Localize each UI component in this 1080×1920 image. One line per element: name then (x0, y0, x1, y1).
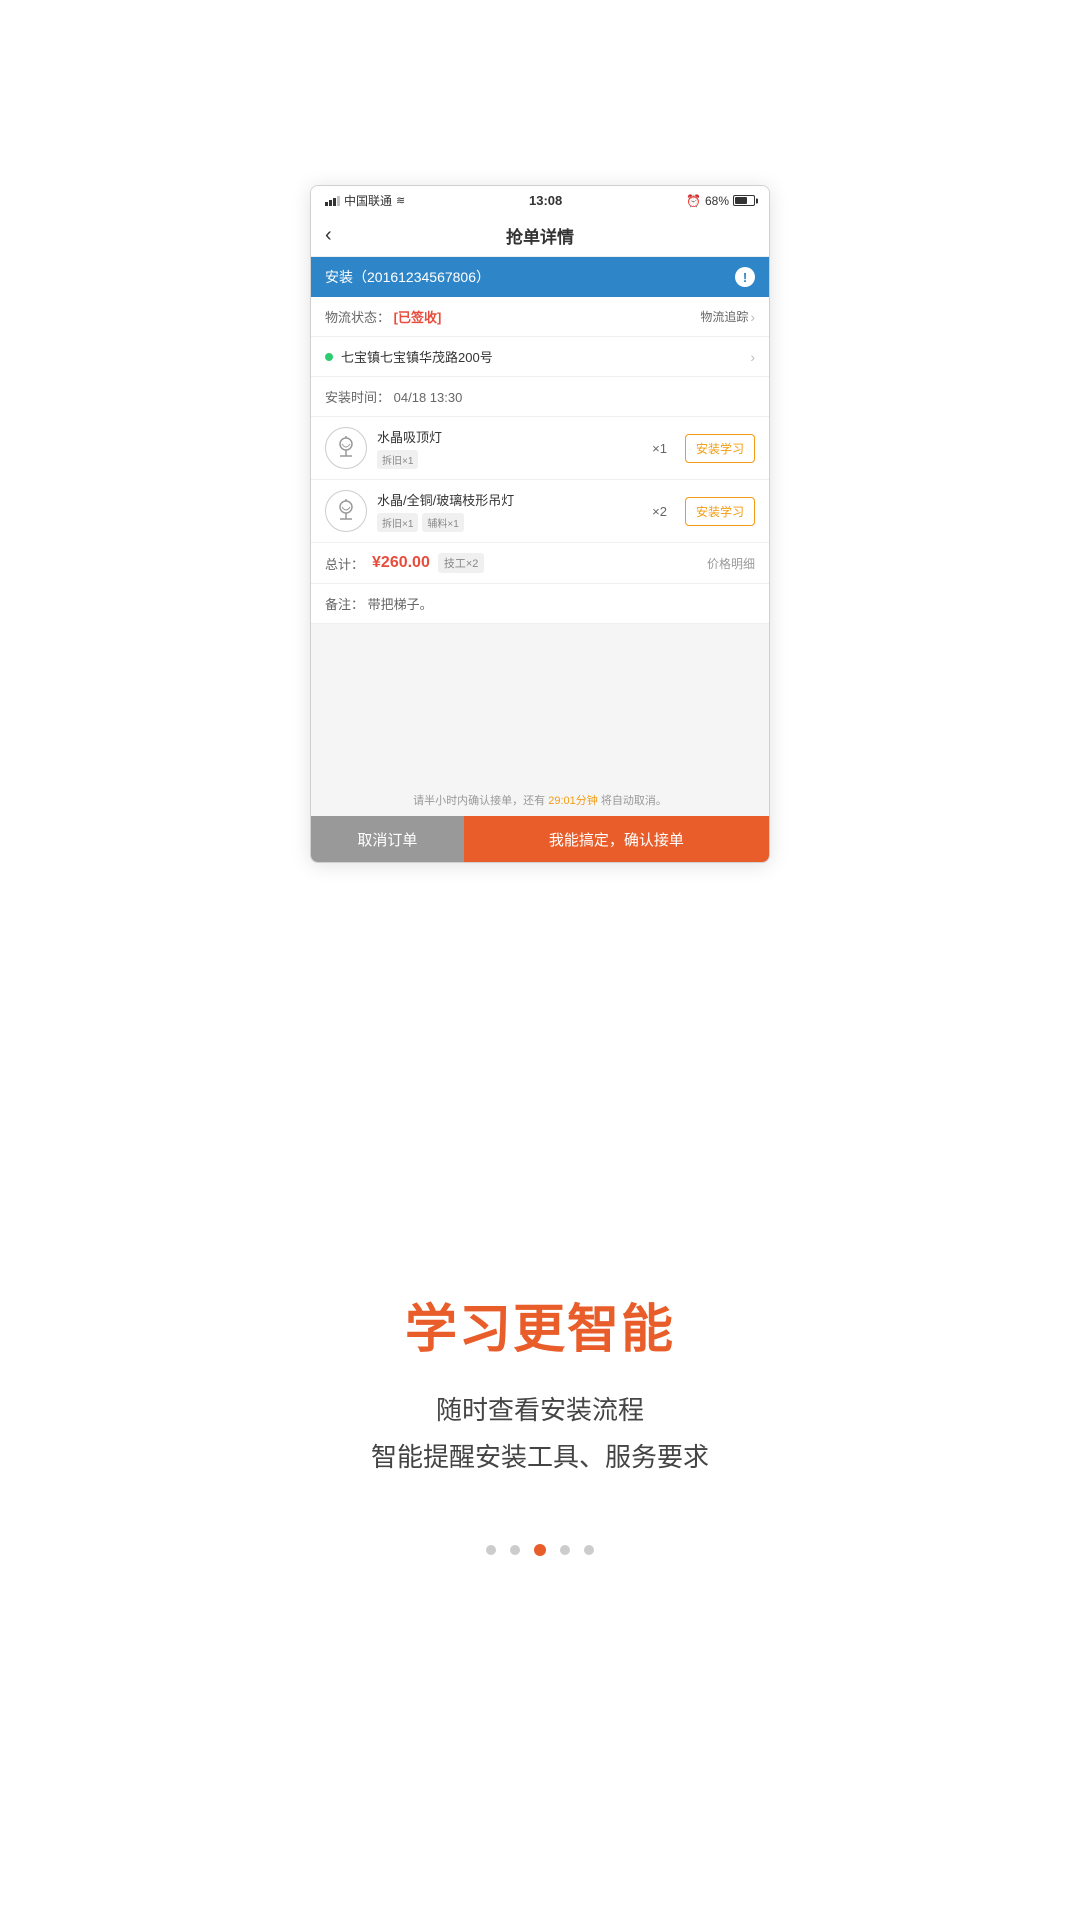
chevron-right-icon: › (750, 309, 755, 325)
order-id-label: 安装（20161234567806） (325, 267, 490, 287)
bottom-notice: 请半小时内确认接单，还有 29:01分钟 将自动取消。 (311, 784, 769, 816)
product-qty-2: ×2 (652, 504, 667, 519)
nav-bar: ‹ 抢单详情 (311, 215, 769, 257)
logistics-track-button[interactable]: 物流追踪 › (700, 308, 755, 325)
total-row: 总计： ¥260.00 技工×2 价格明细 (311, 543, 769, 584)
bottom-buttons: 取消订单 我能搞定，确认接单 (311, 816, 769, 862)
dot-3-active[interactable] (534, 1544, 546, 1556)
logistics-status: [已签收] (394, 310, 442, 325)
install-time-value: 04/18 13:30 (394, 390, 463, 405)
content-area: 物流状态： [已签收] 物流追踪 › 七宝镇七宝镇华茂路200号 › 安装时间：… (311, 297, 769, 784)
dot-2[interactable] (510, 1545, 520, 1555)
order-header-bar: 安装（20161234567806） ! (311, 257, 769, 297)
total-label: 总计： (325, 554, 364, 573)
product-info-1: 水晶吸顶灯 拆旧×1 (377, 427, 642, 469)
gray-area (311, 624, 769, 784)
product-name-2: 水晶/全铜/玻璃枝形吊灯 (377, 490, 642, 509)
address-row[interactable]: 七宝镇七宝镇华茂路200号 › (311, 337, 769, 377)
notice-suffix: 将自动取消。 (601, 795, 667, 807)
sub-text-1: 随时查看安装流程 (436, 1390, 644, 1427)
product-info-2: 水晶/全铜/玻璃枝形吊灯 拆旧×1 辅料×1 (377, 490, 642, 532)
warning-icon: ! (735, 267, 755, 287)
price-detail-button[interactable]: 价格明细 (707, 555, 755, 572)
notice-prefix: 请半小时内确认接单，还有 (413, 795, 545, 807)
carrier-label: 中国联通 (344, 192, 392, 209)
confirm-button[interactable]: 我能搞定，确认接单 (464, 816, 769, 862)
address-dot-icon (325, 353, 333, 361)
bottom-section: 学习更智能 随时查看安装流程 智能提醒安装工具、服务要求 (331, 863, 749, 1920)
page-title: 抢单详情 (506, 223, 574, 248)
product-row-1: 水晶吸顶灯 拆旧×1 ×1 安装学习 (311, 417, 769, 480)
wifi-icon: ≋ (396, 194, 405, 207)
total-price: ¥260.00 (372, 554, 430, 572)
product-tag-1-1: 拆旧×1 (377, 450, 418, 469)
dot-4[interactable] (560, 1545, 570, 1555)
pagination-dots (486, 1544, 594, 1556)
phone-frame: 中国联通 ≋ 13:08 ⏰ 68% ‹ 抢单详情 安装（20161234567… (310, 185, 770, 863)
status-left: 中国联通 ≋ (325, 192, 405, 209)
status-bar: 中国联通 ≋ 13:08 ⏰ 68% (311, 186, 769, 215)
notes-label: 备注： (325, 597, 364, 612)
status-time: 13:08 (529, 193, 562, 208)
install-learn-button-2[interactable]: 安装学习 (685, 497, 755, 526)
time-row: 安装时间： 04/18 13:30 (311, 377, 769, 417)
logistics-label-group: 物流状态： [已签收] (325, 307, 441, 326)
product-name-1: 水晶吸顶灯 (377, 427, 642, 446)
back-button[interactable]: ‹ (325, 224, 332, 247)
product-qty-1: ×1 (652, 441, 667, 456)
alarm-icon: ⏰ (686, 194, 701, 208)
address-text: 七宝镇七宝镇华茂路200号 (341, 347, 748, 366)
signal-bars-icon (325, 196, 340, 206)
logistics-row: 物流状态： [已签收] 物流追踪 › (311, 297, 769, 337)
notes-value: 带把梯子。 (368, 597, 433, 612)
battery-icon (733, 195, 755, 206)
product-tags-2: 拆旧×1 辅料×1 (377, 513, 642, 532)
status-right: ⏰ 68% (686, 194, 755, 208)
notice-time: 29:01分钟 (548, 795, 598, 807)
cancel-button[interactable]: 取消订单 (311, 816, 464, 862)
address-chevron-icon: › (750, 349, 755, 365)
install-learn-button-1[interactable]: 安装学习 (685, 434, 755, 463)
dot-5[interactable] (584, 1545, 594, 1555)
notes-row: 备注： 带把梯子。 (311, 584, 769, 624)
product-icon-2 (325, 490, 367, 532)
product-tag-2-1: 拆旧×1 (377, 513, 418, 532)
product-tag-2-2: 辅料×1 (422, 513, 463, 532)
product-tags-1: 拆旧×1 (377, 450, 642, 469)
battery-percent: 68% (705, 194, 729, 208)
logistics-label: 物流状态： (325, 310, 390, 325)
dot-1[interactable] (486, 1545, 496, 1555)
sub-text-2: 智能提醒安装工具、服务要求 (371, 1437, 709, 1474)
product-icon-1 (325, 427, 367, 469)
install-time-label: 安装时间： (325, 390, 390, 405)
big-title: 学习更智能 (405, 1287, 675, 1362)
product-row-2: 水晶/全铜/玻璃枝形吊灯 拆旧×1 辅料×1 ×2 安装学习 (311, 480, 769, 543)
worker-tag: 技工×2 (438, 553, 485, 573)
